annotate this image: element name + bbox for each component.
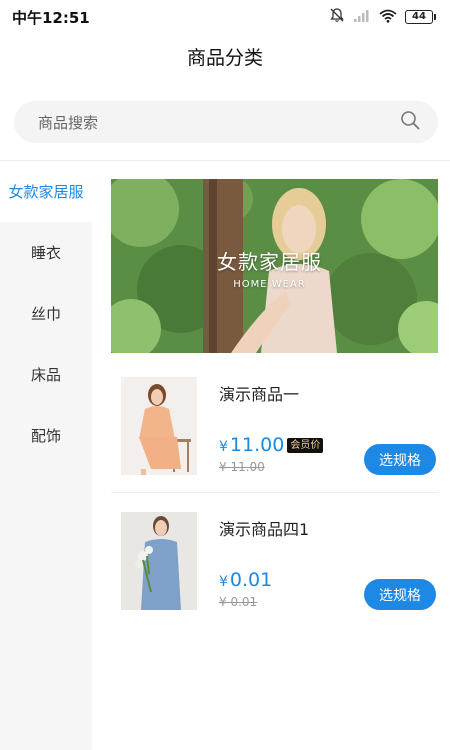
search-bar[interactable]: 商品搜索 xyxy=(14,101,438,143)
banner-title: 女款家居服 xyxy=(217,250,322,274)
sidebar-item-pajamas[interactable]: 睡衣 xyxy=(0,222,92,283)
select-spec-button[interactable]: 选规格 xyxy=(364,579,436,610)
sidebar-item-label: 床品 xyxy=(30,366,61,384)
product-image[interactable] xyxy=(121,512,197,610)
search-input[interactable]: 商品搜索 xyxy=(38,112,98,133)
price-row: ¥11.00 会员价 xyxy=(219,433,324,459)
sidebar-item-label: 配饰 xyxy=(30,427,61,445)
sidebar-item-accessories[interactable]: 配饰 xyxy=(0,405,92,466)
product-price: ¥11.00 xyxy=(219,434,285,456)
price-row: ¥0.01 xyxy=(219,568,272,594)
bell-muted-icon xyxy=(329,7,345,27)
status-icons: 44 xyxy=(329,7,436,27)
product-name[interactable]: 演示商品四1 xyxy=(219,516,309,540)
product-card[interactable]: 演示商品一 ¥11.00 会员价 ¥ 11.00 选规格 xyxy=(111,369,438,493)
signal-icon xyxy=(353,8,371,27)
original-price: ¥ 11.00 xyxy=(219,460,265,474)
product-price: ¥0.01 xyxy=(219,569,273,591)
page-title: 商品分类 xyxy=(186,47,263,69)
sidebar-item-label: 丝巾 xyxy=(30,305,61,323)
sidebar-item-bedding[interactable]: 床品 xyxy=(0,344,92,405)
status-bar: 中午12:51 44 xyxy=(0,0,450,34)
sidebar-item-scarves[interactable]: 丝巾 xyxy=(0,283,92,344)
product-card[interactable]: 演示商品四1 ¥0.01 ¥ 0.01 选规格 xyxy=(111,504,438,628)
select-spec-button[interactable]: 选规格 xyxy=(364,444,436,475)
sidebar-item-womens-homewear[interactable]: 女款家居服 xyxy=(0,161,92,222)
product-image[interactable] xyxy=(121,377,197,475)
product-name[interactable]: 演示商品一 xyxy=(219,381,299,405)
original-price: ¥ 0.01 xyxy=(219,595,258,609)
wifi-icon xyxy=(379,8,397,27)
category-banner[interactable]: 女款家居服 HOME WEAR xyxy=(111,179,438,353)
search-icon[interactable] xyxy=(400,110,420,134)
battery-icon: 44 xyxy=(405,10,436,24)
status-time: 中午12:51 xyxy=(12,8,90,27)
sidebar-item-label: 女款家居服 xyxy=(8,183,84,201)
battery-level: 44 xyxy=(405,10,433,24)
banner-subtitle: HOME WEAR xyxy=(233,279,306,290)
sidebar-item-label: 睡衣 xyxy=(30,244,61,262)
member-price-badge: 会员价 xyxy=(287,438,324,453)
category-sidebar: 女款家居服 睡衣 丝巾 床品 配饰 xyxy=(0,161,92,750)
